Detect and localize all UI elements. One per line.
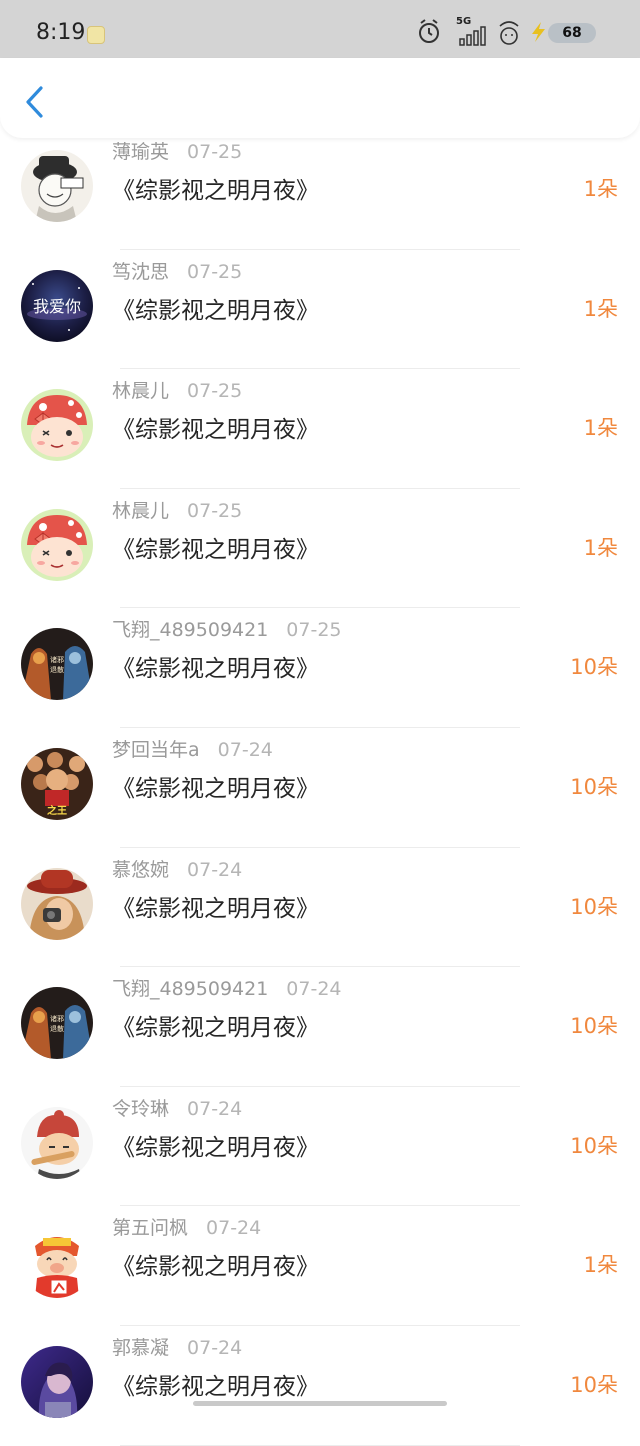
book-title[interactable]: 《综影视之明月夜》: [112, 1247, 319, 1281]
gift-date: 07-24: [187, 1336, 243, 1359]
gift-list-item[interactable]: 第五问枫 07-24 《综影视之明月夜》 1朵: [0, 1206, 640, 1326]
flower-count: 10朵: [570, 1372, 618, 1397]
home-indicator: [193, 1401, 447, 1406]
alarm-icon: [419, 19, 439, 43]
gift-date: 07-24: [217, 738, 273, 761]
top-nav-bar: [0, 58, 640, 138]
status-bar: 8:19 5G 68: [0, 0, 640, 60]
sender-line: 郭慕凝 07-24: [112, 1333, 242, 1360]
book-title[interactable]: 《综影视之明月夜》: [112, 291, 319, 325]
avatar[interactable]: [21, 389, 93, 462]
sender-line: 林晨儿 07-25: [112, 496, 242, 523]
gift-date: 07-24: [286, 978, 342, 1001]
sender-name[interactable]: 慕悠婉: [112, 859, 169, 881]
wifi-cat-icon: [499, 21, 519, 45]
gift-list: 薄瑜英 07-25 《综影视之明月夜》 1朵 我爱你 笃沈思 07-25 《综影视之…: [0, 130, 640, 1446]
flower-count: 10朵: [570, 655, 618, 680]
book-title[interactable]: 《综影视之明月夜》: [112, 530, 319, 564]
avatar[interactable]: 我爱你: [21, 269, 93, 342]
sender-name[interactable]: 梦回当年a: [112, 739, 200, 761]
avatar[interactable]: [21, 1106, 93, 1179]
sender-name[interactable]: 令玲琳: [112, 1098, 169, 1120]
sender-line: 慕悠婉 07-24: [112, 855, 242, 882]
gift-date: 07-24: [206, 1217, 262, 1240]
sender-line: 梦回当年a 07-24: [112, 735, 273, 762]
book-title[interactable]: 《综影视之明月夜》: [112, 410, 319, 444]
status-time: 8:19: [36, 20, 86, 45]
sender-name[interactable]: 薄瑜英: [112, 141, 169, 163]
sender-line: 飞翔_489509421 07-25: [112, 615, 342, 642]
flower-count: 10朵: [570, 774, 618, 799]
divider: [120, 1444, 520, 1446]
notification-app-icon: [87, 26, 105, 44]
gift-date: 07-25: [187, 260, 243, 283]
flower-count: 10朵: [570, 894, 618, 919]
charging-icon: [532, 22, 545, 42]
flower-count: 1朵: [583, 535, 618, 560]
avatar[interactable]: 诸邪 退散: [21, 987, 93, 1060]
sender-name[interactable]: 笃沈思: [112, 261, 169, 283]
svg-text:之王: 之王: [47, 804, 67, 817]
sender-name[interactable]: 林晨儿: [112, 380, 169, 402]
sender-name[interactable]: 第五问枫: [112, 1217, 188, 1239]
gift-date: 07-24: [187, 1097, 243, 1120]
svg-text:我爱你: 我爱你: [33, 297, 81, 316]
avatar[interactable]: 之王: [21, 747, 93, 820]
sender-line: 薄瑜英 07-25: [112, 137, 242, 164]
back-button[interactable]: [20, 84, 50, 120]
svg-text:退散: 退散: [50, 665, 64, 674]
book-title[interactable]: 《综影视之明月夜》: [112, 1008, 319, 1042]
svg-text:诸邪: 诸邪: [50, 655, 64, 664]
book-title[interactable]: 《综影视之明月夜》: [112, 171, 319, 205]
gift-list-item[interactable]: 林晨儿 07-25 《综影视之明月夜》 1朵: [0, 489, 640, 609]
sender-line: 笃沈思 07-25: [112, 257, 242, 284]
status-icons: 5G 68: [416, 16, 596, 46]
sender-name[interactable]: 飞翔_489509421: [112, 619, 268, 641]
gift-list-item[interactable]: 诸邪 退散 飞翔_489509421 07-25 《综影视之明月夜》 10朵: [0, 608, 640, 728]
avatar[interactable]: 诸邪 退散: [21, 628, 93, 701]
gift-date: 07-25: [187, 499, 243, 522]
gift-list-item[interactable]: 林晨儿 07-25 《综影视之明月夜》 1朵: [0, 369, 640, 489]
book-title[interactable]: 《综影视之明月夜》: [112, 769, 319, 803]
sender-name[interactable]: 飞翔_489509421: [112, 978, 268, 1000]
chevron-left-icon: [26, 86, 43, 118]
avatar[interactable]: [21, 1226, 93, 1299]
gift-list-item[interactable]: 之王 梦回当年a 07-24 《综影视之明月夜》 10朵: [0, 728, 640, 848]
sender-name[interactable]: 林晨儿: [112, 500, 169, 522]
svg-text:退散: 退散: [50, 1024, 64, 1033]
avatar[interactable]: [21, 150, 93, 222]
gift-list-item[interactable]: 我爱你 笃沈思 07-25 《综影视之明月夜》 1朵: [0, 250, 640, 370]
avatar[interactable]: [21, 867, 93, 940]
book-title[interactable]: 《综影视之明月夜》: [112, 889, 319, 923]
gift-list-item[interactable]: 令玲琳 07-24 《综影视之明月夜》 10朵: [0, 1087, 640, 1207]
sender-line: 令玲琳 07-24: [112, 1094, 242, 1121]
sender-line: 林晨儿 07-25: [112, 376, 242, 403]
gift-list-item[interactable]: 薄瑜英 07-25 《综影视之明月夜》 1朵: [0, 130, 640, 250]
gift-list-item[interactable]: 诸邪 退散 飞翔_489509421 07-24 《综影视之明月夜》 10朵: [0, 967, 640, 1087]
svg-text:诸邪: 诸邪: [50, 1014, 64, 1023]
gift-date: 07-25: [187, 141, 243, 163]
book-title[interactable]: 《综影视之明月夜》: [112, 1128, 319, 1162]
gift-date: 07-25: [187, 380, 243, 403]
gift-date: 07-24: [187, 858, 243, 881]
flower-count: 1朵: [583, 177, 618, 201]
flower-count: 10朵: [570, 1133, 618, 1158]
book-title[interactable]: 《综影视之明月夜》: [112, 649, 319, 683]
sender-name[interactable]: 郭慕凝: [112, 1337, 169, 1359]
sender-line: 飞翔_489509421 07-24: [112, 974, 342, 1001]
flower-count: 10朵: [570, 1014, 618, 1039]
book-title[interactable]: 《综影视之明月夜》: [112, 1367, 319, 1401]
battery-indicator: 68: [548, 23, 596, 43]
flower-count: 1朵: [583, 296, 618, 321]
flower-count: 1朵: [583, 1253, 618, 1278]
gift-list-item[interactable]: 慕悠婉 07-24 《综影视之明月夜》 10朵: [0, 848, 640, 968]
avatar[interactable]: [21, 508, 93, 581]
gift-date: 07-25: [286, 619, 342, 642]
gift-list-item[interactable]: 郭慕凝 07-24 《综影视之明月夜》 10朵: [0, 1326, 640, 1446]
sender-line: 第五问枫 07-24: [112, 1213, 261, 1240]
flower-count: 1朵: [583, 416, 618, 441]
avatar[interactable]: [21, 1345, 93, 1418]
